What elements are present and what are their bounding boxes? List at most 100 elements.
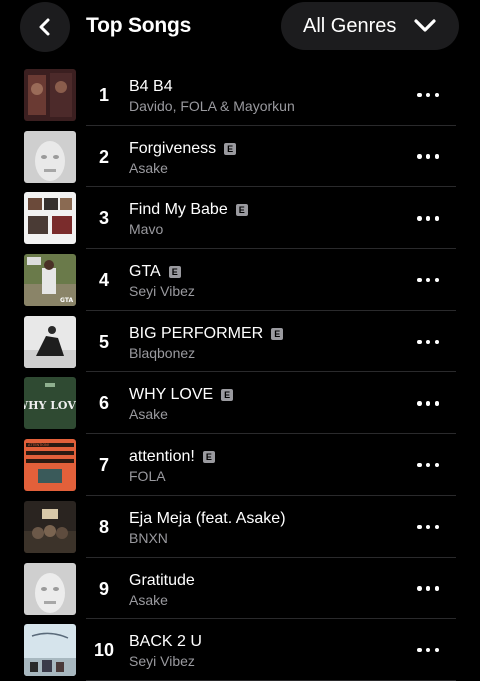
album-art[interactable]: ATTENTION!: [24, 439, 76, 492]
dot: [417, 462, 422, 468]
song-list: 1 B4 B4 Davido, FOLA & Mayorkun 2 Forgiv…: [0, 64, 480, 681]
dot: [425, 647, 431, 653]
song-artist[interactable]: Seyi Vibez: [129, 283, 409, 299]
song-title-line: WHY LOVE E: [129, 385, 409, 405]
album-art-image: GTA: [24, 254, 76, 307]
song-row[interactable]: 3 Find My Babe E Mavo: [0, 187, 480, 250]
more-options-button[interactable]: [417, 582, 439, 596]
song-info: GTA E Seyi Vibez: [129, 262, 409, 299]
header: Top Songs All Genres: [0, 0, 480, 54]
song-info: attention! E FOLA: [129, 447, 409, 484]
song-info: Forgiveness E Asake: [129, 139, 409, 176]
song-info: Gratitude Asake: [129, 571, 409, 608]
song-title-line: BIG PERFORMER E: [129, 324, 409, 344]
album-art[interactable]: [24, 315, 76, 368]
dot: [417, 586, 422, 591]
album-art-image: [24, 192, 76, 245]
song-artist[interactable]: Mavo: [129, 221, 409, 237]
song-rank: 9: [98, 578, 109, 599]
song-rank: 3: [98, 208, 109, 229]
song-rank: 6: [98, 393, 109, 414]
song-title: Gratitude: [129, 571, 195, 589]
song-rank: 7: [98, 455, 109, 476]
explicit-badge: E: [235, 204, 248, 217]
album-art[interactable]: WHY LOVE: [24, 377, 76, 430]
song-title-line: attention! E: [129, 447, 409, 467]
song-row[interactable]: 5 BIG PERFORMER E Blaqbonez: [0, 311, 480, 373]
album-art[interactable]: GTA: [24, 254, 76, 307]
song-row[interactable]: 10 BACK 2 U Seyi Vibez: [0, 619, 480, 681]
dot: [425, 339, 431, 344]
dot: [434, 401, 439, 406]
more-options-button[interactable]: [417, 396, 439, 410]
more-options-button[interactable]: [417, 273, 439, 287]
song-artist[interactable]: Seyi Vibez: [129, 653, 409, 669]
back-button[interactable]: [20, 2, 70, 52]
song-artist[interactable]: Asake: [129, 160, 409, 176]
explicit-badge: E: [221, 389, 234, 402]
album-art-text: GTA: [60, 297, 73, 304]
more-options-button[interactable]: [417, 458, 439, 472]
explicit-badge: E: [224, 142, 237, 155]
song-rank: 2: [98, 146, 109, 167]
song-title: GTA: [129, 263, 161, 281]
song-artist[interactable]: FOLA: [129, 468, 409, 484]
album-art[interactable]: [24, 192, 76, 245]
song-info: B4 B4 Davido, FOLA & Mayorkun: [129, 77, 409, 114]
album-art-image: WHY LOVE: [24, 377, 76, 430]
dot: [434, 647, 439, 653]
song-title: Eja Meja (feat. Asake): [129, 509, 286, 527]
dot: [417, 92, 422, 98]
dot: [425, 586, 431, 591]
song-artist[interactable]: Asake: [129, 406, 409, 422]
song-title: BACK 2 U: [129, 633, 202, 651]
more-options-button[interactable]: [417, 150, 439, 164]
song-row[interactable]: 8 Eja Meja (feat. Asake) BNXN: [0, 496, 480, 558]
album-art-image: [24, 69, 76, 121]
song-info: BACK 2 U Seyi Vibez: [129, 632, 409, 669]
album-art[interactable]: [24, 624, 76, 677]
song-row[interactable]: 2 Forgiveness E Asake: [0, 126, 480, 188]
dot: [434, 586, 439, 591]
chevron-left-icon: [39, 18, 50, 36]
song-artist[interactable]: BNXN: [129, 530, 409, 546]
album-art[interactable]: [24, 69, 76, 121]
dot: [434, 92, 439, 98]
explicit-badge: E: [168, 266, 181, 279]
genre-filter-button[interactable]: All Genres: [281, 2, 459, 50]
song-title-line: GTA E: [129, 262, 409, 282]
dot: [434, 277, 439, 283]
more-options-button[interactable]: [417, 520, 439, 534]
genre-filter-label: All Genres: [303, 14, 397, 37]
song-title-line: Gratitude: [129, 571, 409, 591]
dot: [417, 216, 422, 221]
song-title: attention!: [129, 448, 195, 466]
song-row[interactable]: WHY LOVE 6 WHY LOVE E Asake: [0, 372, 480, 435]
more-options-button[interactable]: [417, 211, 439, 225]
song-title: Find My Babe: [129, 201, 228, 219]
album-art[interactable]: [24, 562, 76, 615]
dot: [417, 277, 422, 283]
album-art[interactable]: [24, 500, 76, 553]
song-row[interactable]: 9 Gratitude Asake: [0, 558, 480, 620]
dot: [434, 339, 439, 344]
more-options-button[interactable]: [417, 335, 439, 349]
song-artist[interactable]: Blaqbonez: [129, 345, 409, 361]
song-row[interactable]: GTA 4 GTA E Seyi Vibez: [0, 249, 480, 311]
song-info: Eja Meja (feat. Asake) BNXN: [129, 509, 409, 546]
album-art-text: WHY LOVE: [24, 399, 76, 412]
dot: [425, 277, 431, 283]
song-row[interactable]: ATTENTION! 7 attention! E FOLA: [0, 434, 480, 496]
more-options-button[interactable]: [417, 88, 439, 102]
more-options-button[interactable]: [417, 643, 439, 657]
page-title: Top Songs: [86, 14, 192, 37]
song-artist[interactable]: Davido, FOLA & Mayorkun: [129, 98, 409, 114]
album-art-image: [24, 624, 76, 677]
song-info: WHY LOVE E Asake: [129, 385, 409, 422]
song-artist[interactable]: Asake: [129, 592, 409, 608]
song-title: WHY LOVE: [129, 386, 214, 404]
song-title-line: Eja Meja (feat. Asake): [129, 509, 409, 529]
song-title-line: B4 B4: [129, 77, 409, 97]
album-art[interactable]: [24, 130, 76, 183]
song-row[interactable]: 1 B4 B4 Davido, FOLA & Mayorkun: [0, 64, 480, 126]
